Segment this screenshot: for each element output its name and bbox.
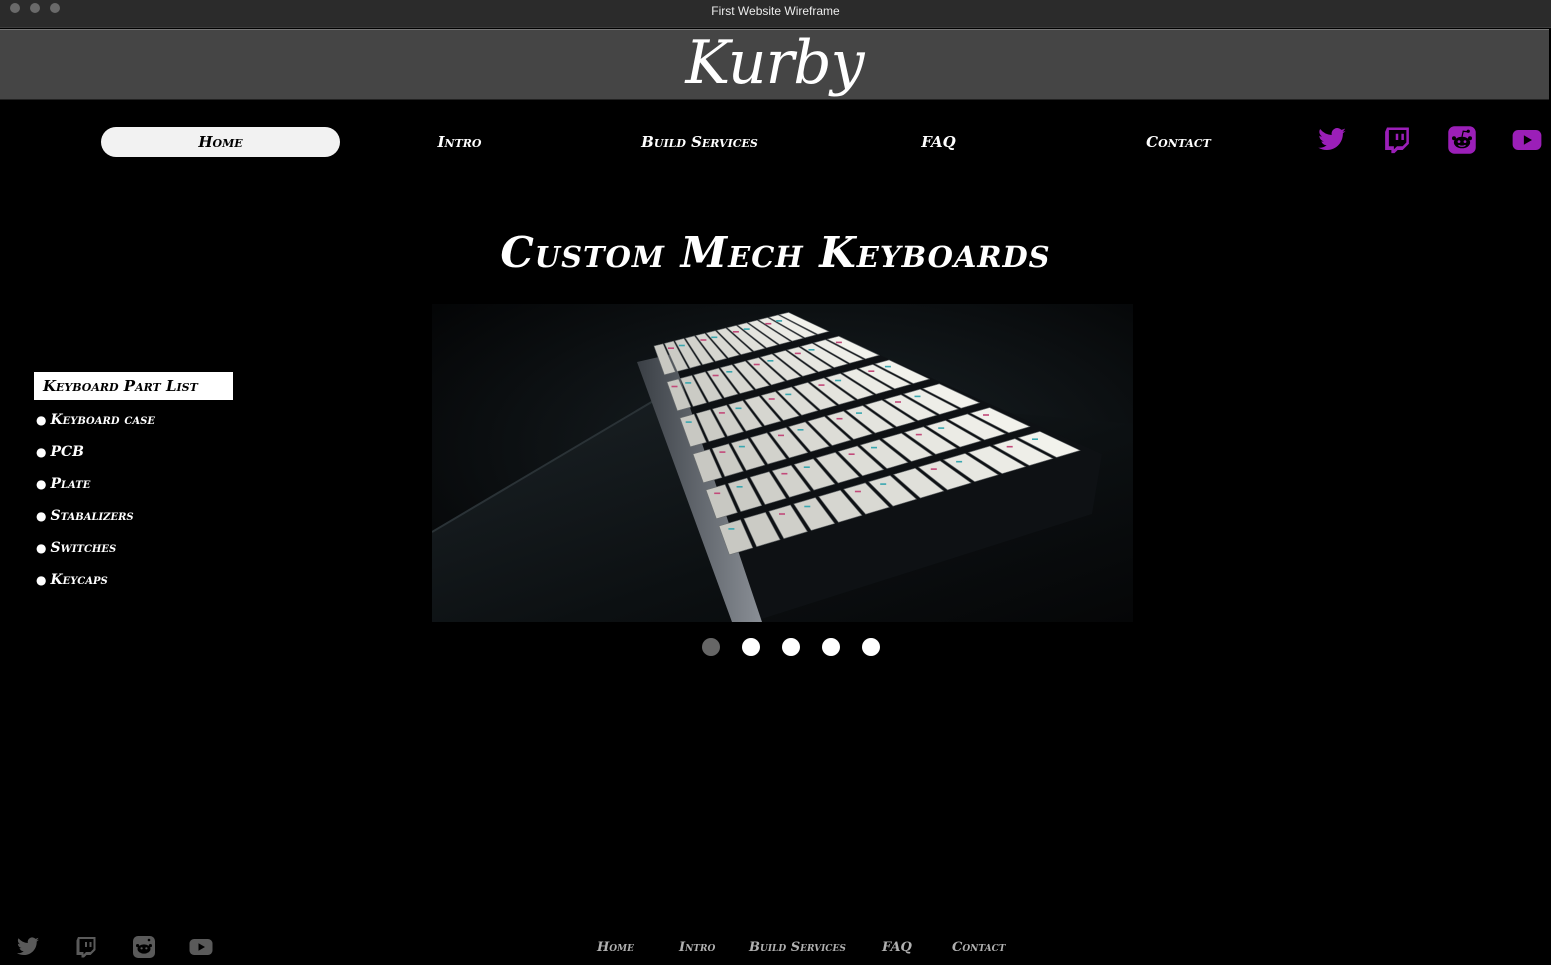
part-pcb[interactable]: ● PCB bbox=[36, 436, 155, 468]
keycap-legend bbox=[868, 370, 875, 372]
keycap-legend bbox=[765, 322, 772, 325]
part-keycaps[interactable]: ● Keycaps bbox=[36, 564, 155, 596]
carousel-dots bbox=[702, 638, 880, 656]
footer-youtube-icon[interactable] bbox=[189, 935, 213, 959]
keycap-legend bbox=[1032, 438, 1038, 440]
footer-link-build-services[interactable]: Build Services bbox=[749, 940, 846, 960]
keycap-legend bbox=[836, 417, 843, 420]
site-logo[interactable]: Kurby bbox=[0, 28, 1549, 98]
keycap-legend bbox=[776, 320, 783, 322]
part-switches[interactable]: ● Switches bbox=[36, 532, 155, 564]
keycap-legend bbox=[818, 384, 825, 386]
header-banner: Kurby bbox=[0, 28, 1549, 100]
keycap-legend bbox=[726, 371, 733, 373]
keycap-legend bbox=[915, 433, 922, 436]
keyboard-photo bbox=[432, 304, 1133, 622]
keycap-legend bbox=[1006, 445, 1013, 448]
keycap-legend bbox=[880, 483, 887, 485]
keycap-legend bbox=[930, 468, 937, 470]
keycap-legend bbox=[856, 412, 862, 414]
keycap-legend bbox=[938, 427, 945, 429]
keycap-legend bbox=[678, 344, 685, 347]
part-stabalizers[interactable]: ● Stabalizers bbox=[36, 500, 155, 532]
keycap-legend bbox=[718, 412, 725, 414]
keycap-legend bbox=[848, 453, 855, 455]
keycap-legend bbox=[895, 401, 901, 403]
nav-build-services[interactable]: Build Services bbox=[580, 127, 819, 157]
keycap-legend bbox=[835, 341, 842, 344]
carousel-dot-5[interactable] bbox=[862, 638, 880, 656]
reddit-icon[interactable] bbox=[1447, 125, 1477, 155]
carousel-dot-3[interactable] bbox=[782, 638, 800, 656]
keycap-legend bbox=[767, 360, 774, 362]
keycap-legend bbox=[671, 385, 678, 388]
keycap-legend bbox=[983, 414, 989, 416]
footer-link-home[interactable]: Home bbox=[597, 940, 634, 960]
footer-twitch-icon[interactable] bbox=[74, 935, 98, 959]
footer-reddit-icon[interactable] bbox=[132, 935, 156, 959]
keycap-legend bbox=[736, 486, 743, 488]
keycap-legend bbox=[719, 451, 726, 453]
nav-faq[interactable]: FAQ bbox=[819, 127, 1058, 157]
keycap-legend bbox=[808, 349, 815, 351]
keycap-legend bbox=[794, 352, 801, 355]
keycap-legend bbox=[884, 365, 891, 368]
carousel-dot-2[interactable] bbox=[742, 638, 760, 656]
keycap-legend bbox=[956, 460, 963, 463]
keycap-legend bbox=[914, 395, 921, 398]
keycap-legend bbox=[753, 363, 760, 366]
part-plate[interactable]: ● Plate bbox=[36, 468, 155, 500]
footer-twitter-icon[interactable] bbox=[16, 935, 40, 959]
nav-home[interactable]: Home bbox=[101, 127, 340, 157]
keycap-legend bbox=[835, 379, 842, 382]
part-keyboard-case[interactable]: ● Keyboard case bbox=[36, 404, 155, 436]
window-title: First Website Wireframe bbox=[711, 4, 840, 18]
keycap-legend bbox=[778, 434, 784, 437]
footer-link-intro[interactable]: Intro bbox=[679, 940, 715, 960]
keycap-legend bbox=[732, 331, 739, 333]
footer-link-faq[interactable]: FAQ bbox=[882, 940, 912, 960]
hero-title: Custom Mech Keyboards bbox=[500, 228, 1051, 277]
keycap-legend bbox=[797, 429, 804, 431]
keycap-legend bbox=[738, 445, 745, 448]
keycap-legend bbox=[700, 339, 707, 341]
keycap-legend bbox=[768, 398, 775, 400]
keycap-legend bbox=[685, 382, 692, 384]
parts-list-header: Keyboard Part List bbox=[34, 372, 233, 400]
keycap-legend bbox=[854, 490, 861, 493]
keycap-legend bbox=[804, 505, 811, 508]
nav-intro[interactable]: Intro bbox=[340, 127, 579, 157]
footer-link-contact[interactable]: Contact bbox=[952, 940, 1005, 960]
keycap-legend bbox=[785, 393, 792, 396]
keycap-legend bbox=[779, 513, 785, 515]
keycap-legend bbox=[871, 446, 877, 449]
keycap-legend bbox=[711, 336, 718, 339]
keycap-legend bbox=[735, 407, 742, 410]
twitter-icon[interactable] bbox=[1317, 125, 1347, 155]
keyboard-carousel[interactable] bbox=[432, 304, 1133, 622]
youtube-icon[interactable] bbox=[1512, 125, 1542, 155]
keycap-legend bbox=[685, 421, 692, 423]
window-title-bar: First Website Wireframe bbox=[0, 0, 1551, 28]
carousel-dot-4[interactable] bbox=[822, 638, 840, 656]
keycap-legend bbox=[668, 347, 674, 349]
keycap-legend bbox=[781, 472, 788, 475]
keycap-legend bbox=[714, 492, 721, 495]
keycap-legend bbox=[728, 528, 735, 530]
keycap-legend bbox=[743, 328, 750, 330]
carousel-dot-1[interactable] bbox=[702, 638, 720, 656]
parts-list: ● Keyboard case ● PCB ● Plate ● Stabalizers … bbox=[36, 404, 155, 596]
twitch-icon[interactable] bbox=[1382, 125, 1412, 155]
keycap-legend bbox=[803, 466, 810, 468]
nav-contact[interactable]: Contact bbox=[1059, 127, 1298, 157]
keycap-legend bbox=[712, 374, 719, 377]
